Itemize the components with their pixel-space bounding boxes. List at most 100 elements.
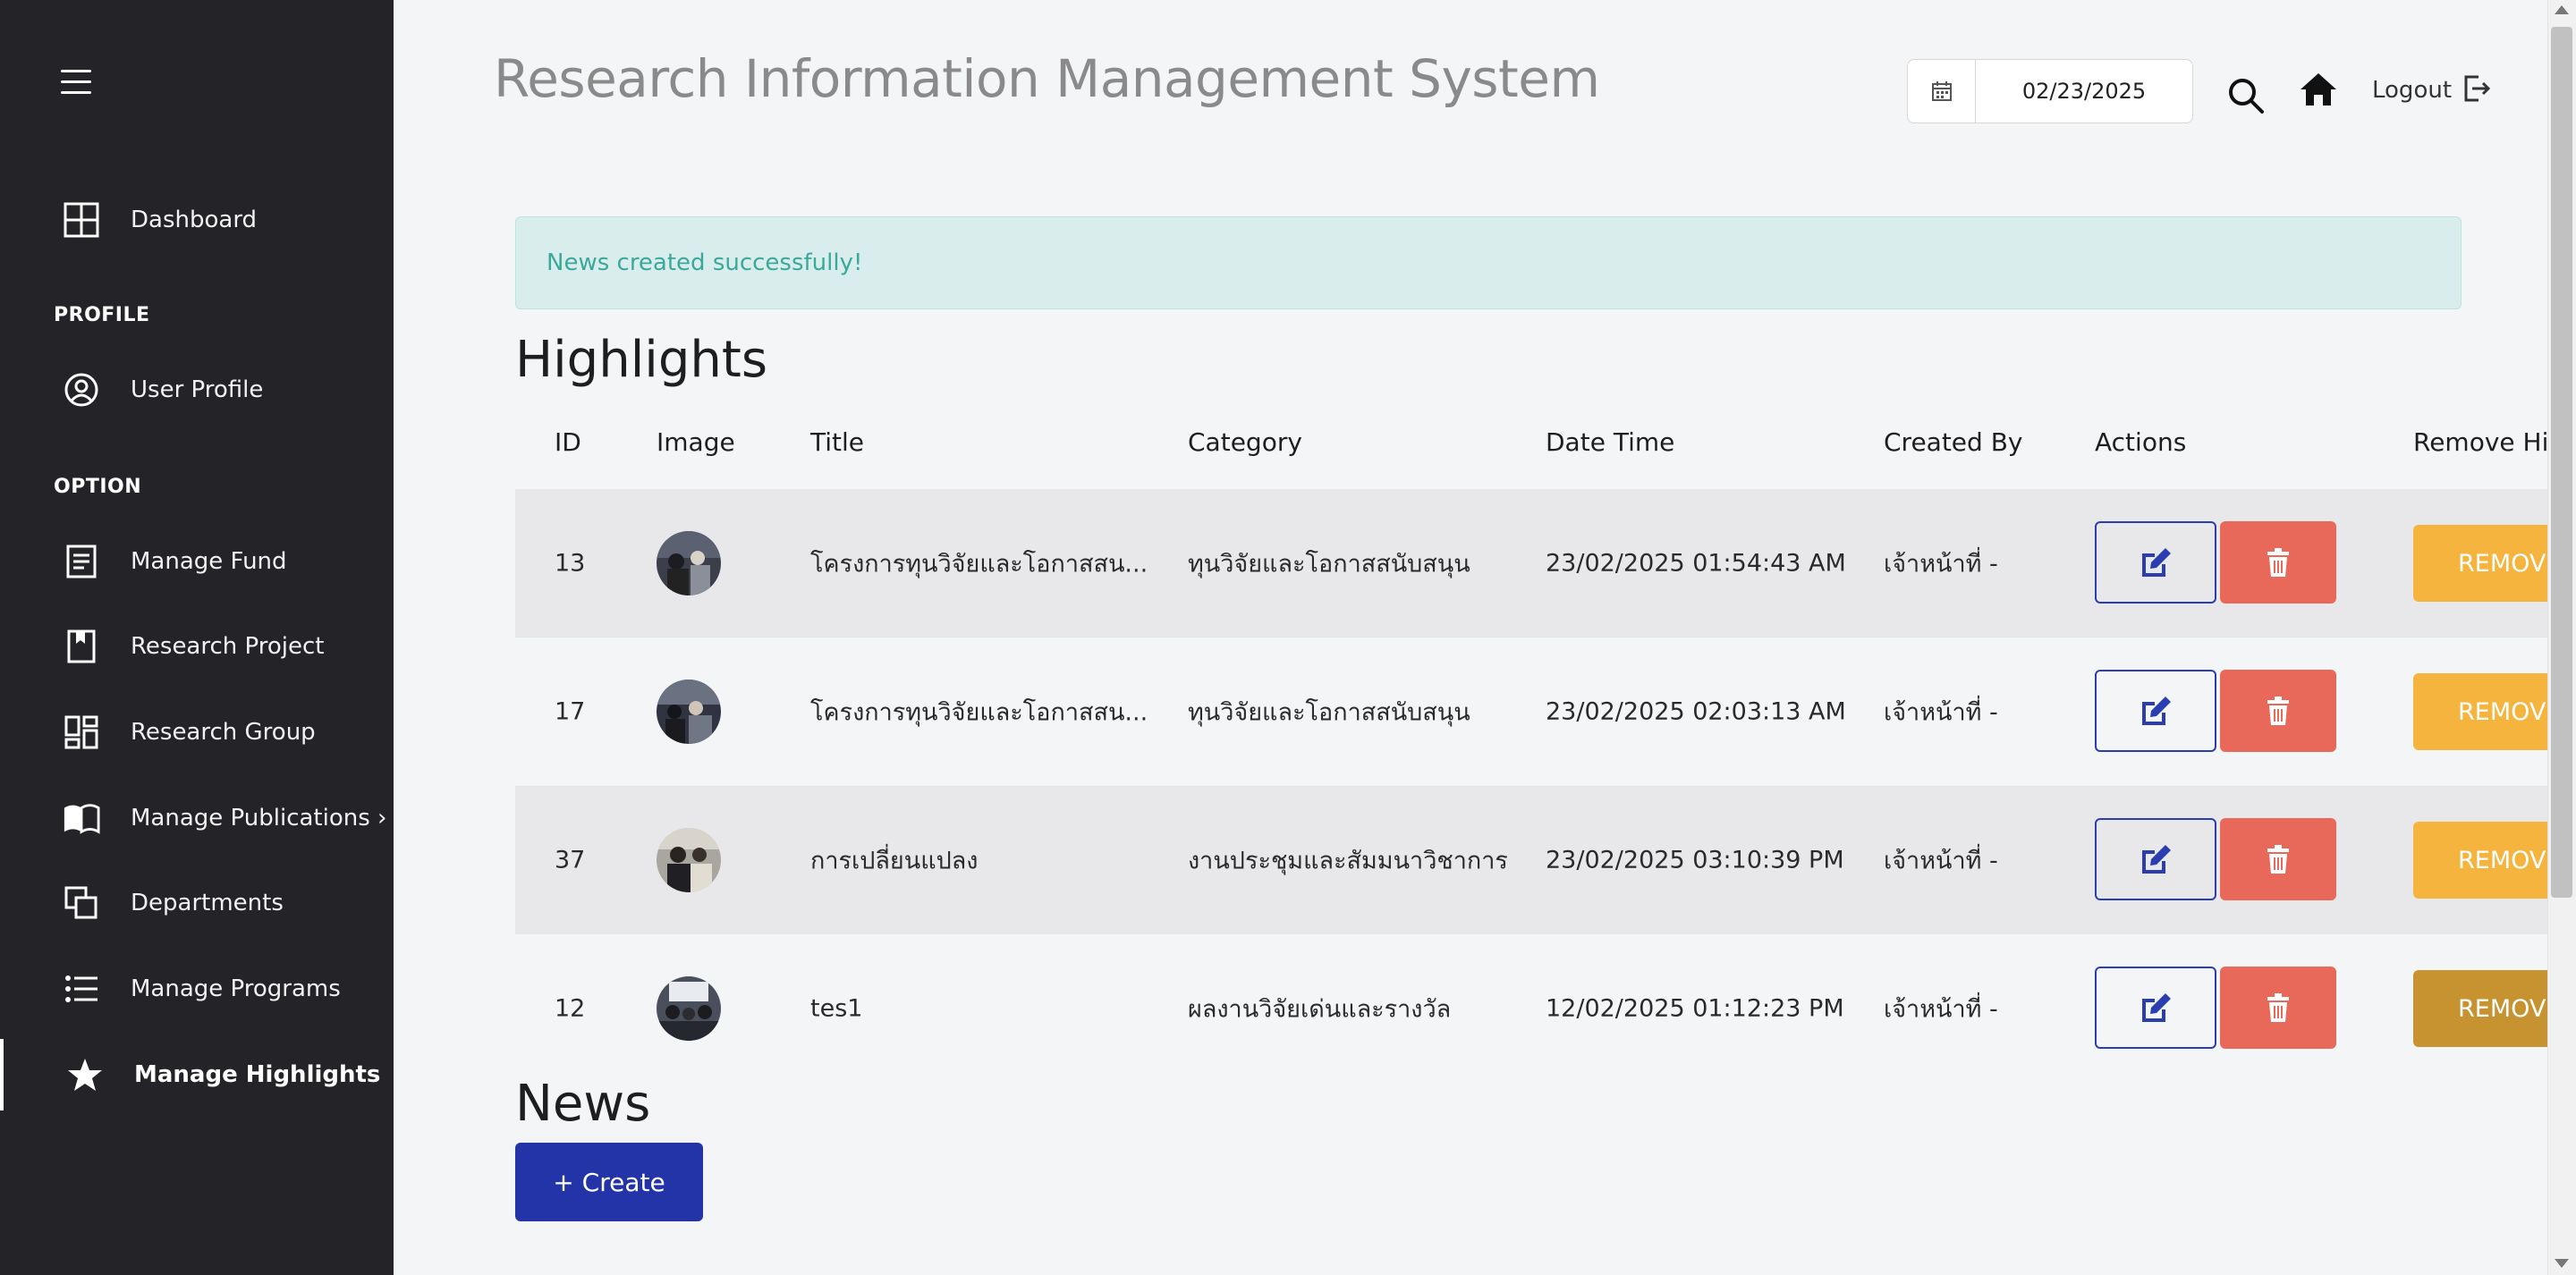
table-row: 17 โครงการทุนวิจัยและโอกาสสน... ทุนวิจัย… — [515, 638, 2565, 786]
hamburger-menu-icon[interactable] — [61, 70, 91, 95]
cell-id: 17 — [555, 697, 586, 726]
column-header-created-by: Created By — [1884, 427, 2023, 457]
trash-icon — [2267, 845, 2289, 874]
sidebar-item-research-group[interactable]: Research Group — [0, 697, 394, 768]
create-news-button[interactable]: + Create — [515, 1143, 703, 1221]
cell-created-by: เจ้าหน้าที่ - — [1884, 550, 1998, 578]
edit-button[interactable] — [2095, 670, 2216, 752]
search-icon[interactable] — [2227, 77, 2265, 118]
remove-highlight-button[interactable]: REMOVE — [2413, 673, 2565, 750]
cell-id: 12 — [555, 994, 586, 1023]
remove-highlight-button[interactable]: REMOVE — [2413, 525, 2565, 602]
column-header-remove-highlight: Remove Hig — [2413, 427, 2547, 457]
edit-button[interactable] — [2095, 521, 2216, 604]
delete-button[interactable] — [2220, 967, 2336, 1049]
bookmark-icon — [63, 628, 100, 665]
highlights-heading: Highlights — [515, 331, 767, 389]
cell-created-by: เจ้าหน้าที่ - — [1884, 995, 1998, 1024]
table-row: 13 โครงการทุนวิจัยและโอกาสสน... ทุนวิจัย… — [515, 489, 2565, 638]
logout-label: Logout — [2372, 77, 2453, 104]
news-heading: News — [515, 1075, 651, 1133]
edit-icon — [2142, 845, 2171, 874]
delete-button[interactable] — [2220, 521, 2336, 604]
logout-button[interactable]: Logout — [2372, 73, 2491, 107]
calendar-icon[interactable] — [1908, 60, 1976, 122]
sidebar-item-label: Manage Programs — [131, 975, 341, 1002]
sidebar-item-label: Research Project — [131, 633, 325, 660]
success-alert: News created successfully! — [515, 216, 2462, 309]
edit-button[interactable] — [2095, 818, 2216, 900]
scroll-down-arrow-icon[interactable] — [2555, 1259, 2569, 1268]
sidebar-item-user-profile[interactable]: User Profile — [0, 354, 394, 426]
column-header-actions: Actions — [2095, 427, 2187, 457]
cell-category: ทุนวิจัยและโอกาสสนับสนุน — [1188, 698, 1470, 727]
scrollbar-thumb[interactable] — [2551, 27, 2572, 898]
sidebar-item-manage-highlights[interactable]: Manage Highlights — [0, 1039, 394, 1110]
sidebar-item-label: User Profile — [131, 376, 264, 403]
sidebar: Dashboard PROFILE User Profile OPTION Ma… — [0, 0, 394, 1275]
sidebar-item-dashboard[interactable]: Dashboard — [0, 184, 394, 256]
sidebar-item-manage-programs[interactable]: Manage Programs — [0, 953, 394, 1025]
cell-date-time: 12/02/2025 01:12:23 PM — [1546, 994, 1844, 1023]
cell-created-by: เจ้าหน้าที่ - — [1884, 698, 1998, 727]
cell-title: การเปลี่ยนแปลง — [810, 847, 979, 875]
sidebar-item-manage-fund[interactable]: Manage Fund — [0, 526, 394, 597]
cell-title: โครงการทุนวิจัยและโอกาสสน... — [810, 550, 1148, 578]
list-icon — [63, 970, 100, 1008]
scroll-up-arrow-icon[interactable] — [2555, 5, 2569, 14]
cell-category: งานประชุมและสัมมนาวิชาการ — [1188, 847, 1508, 875]
sidebar-item-research-project[interactable]: Research Project — [0, 611, 394, 682]
trash-icon — [2267, 548, 2289, 577]
sidebar-item-departments[interactable]: Departments — [0, 867, 394, 939]
cell-created-by: เจ้าหน้าที่ - — [1884, 847, 1998, 875]
cell-id: 13 — [555, 549, 586, 578]
cell-date-time: 23/02/2025 03:10:39 PM — [1546, 846, 1844, 874]
highlight-thumbnail — [657, 828, 721, 892]
date-value[interactable]: 02/23/2025 — [1976, 60, 2192, 122]
cell-category: ทุนวิจัยและโอกาสสนับสนุน — [1188, 550, 1470, 578]
column-header-date-time: Date Time — [1546, 427, 1675, 457]
edit-icon — [2142, 697, 2171, 725]
trash-icon — [2267, 697, 2289, 725]
sidebar-item-label: Dashboard — [131, 207, 258, 233]
cell-title: tes1 — [810, 994, 863, 1023]
delete-button[interactable] — [2220, 818, 2336, 900]
sidebar-item-label: Departments — [131, 890, 284, 916]
highlight-thumbnail — [657, 531, 721, 595]
cell-id: 37 — [555, 846, 586, 874]
edit-icon — [2142, 993, 2171, 1022]
column-header-image: Image — [657, 427, 735, 457]
sidebar-item-label: Manage Fund — [131, 548, 287, 575]
dashboard-icon — [63, 201, 100, 239]
page-title: Research Information Management System — [494, 48, 1600, 109]
highlight-thumbnail — [657, 976, 721, 1041]
column-header-title: Title — [810, 427, 865, 457]
logout-icon — [2461, 73, 2491, 107]
sidebar-item-label: Research Group — [131, 719, 316, 746]
sidebar-item-label: Manage Highlights — [134, 1061, 381, 1088]
delete-button[interactable] — [2220, 670, 2336, 752]
section-label-profile: PROFILE — [54, 304, 150, 326]
remove-highlight-button[interactable]: REMOVE — [2413, 822, 2565, 899]
table-row: 37 การเปลี่ยนแปลง งานประชุมและสัมมนาวิชา… — [515, 786, 2565, 934]
edit-button[interactable] — [2095, 967, 2216, 1049]
column-header-category: Category — [1188, 427, 1302, 457]
edit-icon — [2142, 548, 2171, 577]
copy-icon — [63, 884, 100, 922]
cell-category: ผลงานวิจัยเด่นและรางวัล — [1188, 995, 1452, 1024]
cell-title: โครงการทุนวิจัยและโอกาสสน... — [810, 698, 1148, 727]
date-picker[interactable]: 02/23/2025 — [1907, 59, 2193, 123]
remove-highlight-button[interactable]: REMOVE — [2413, 970, 2565, 1047]
table-row: 12 tes1 ผลงานวิจัยเด่นและรางวัล 12/02/20… — [515, 934, 2565, 1083]
document-icon — [63, 543, 100, 580]
cell-date-time: 23/02/2025 01:54:43 AM — [1546, 549, 1846, 578]
cell-date-time: 23/02/2025 02:03:13 AM — [1546, 697, 1846, 726]
home-icon[interactable] — [2299, 72, 2338, 111]
sidebar-item-manage-publications[interactable]: Manage Publications › — [0, 782, 394, 854]
sidebar-item-label: Manage Publications › — [131, 805, 387, 832]
section-label-option: OPTION — [54, 476, 142, 498]
highlight-thumbnail — [657, 680, 721, 744]
trash-icon — [2267, 993, 2289, 1022]
star-icon — [66, 1056, 104, 1093]
open-book-icon — [63, 799, 100, 837]
